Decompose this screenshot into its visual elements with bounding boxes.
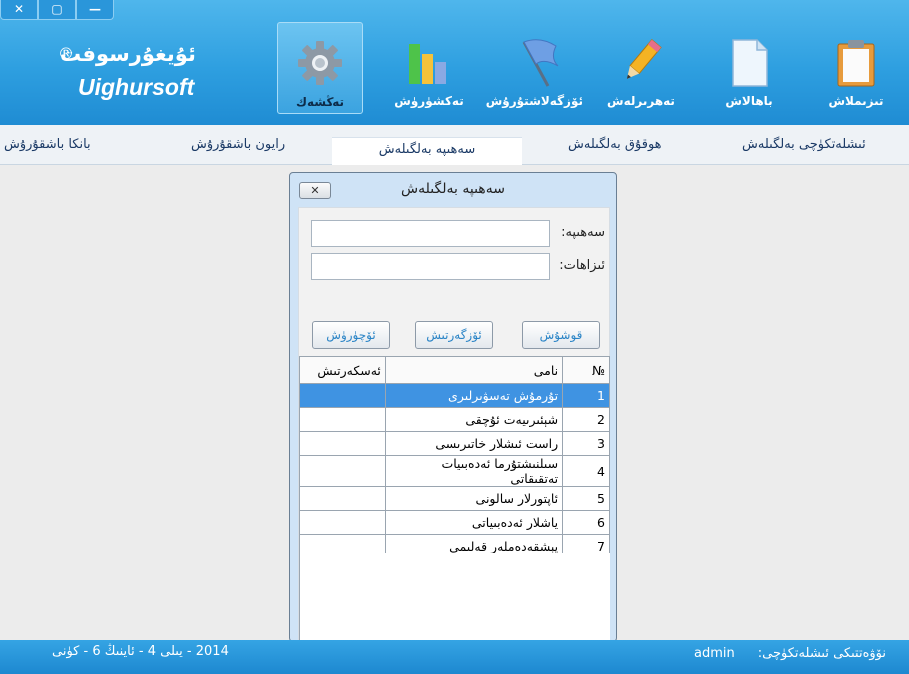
cell-note	[299, 431, 386, 456]
table-row[interactable]: تۇرمۇش تەسۋىرلىرى 1	[299, 383, 610, 408]
tab-permission-settings[interactable]: ھوقۇق بەلگىلەش	[568, 137, 662, 165]
window-controls: ✕ ▢ —	[0, 0, 115, 22]
toolbar-settings-label: تەڭشەك	[296, 95, 344, 109]
toolbar-evaluate-label: باھالاش	[725, 94, 773, 108]
dialog-title: سەھىپە بەلگىلەش	[401, 181, 505, 197]
flag-icon	[522, 39, 559, 87]
toolbar-edit-label: تەھرىرلەش	[607, 94, 675, 108]
cell-note	[299, 510, 386, 535]
delete-button[interactable]: ئۆچۈرۈش	[312, 321, 390, 349]
cell-name: ياشلار ئەدەبىياتى	[384, 510, 564, 535]
cell-number: 4	[562, 455, 610, 487]
toolbar-settings-button[interactable]: تەڭشەك	[277, 22, 363, 114]
toolbar-change-button[interactable]: ئۆزگەلاشتۇرۇش	[485, 22, 583, 114]
status-username: admin	[694, 646, 735, 661]
table-row[interactable]: سىلنىشتۇرما ئەدەبىيات تەتقىقاتى 4	[299, 455, 610, 487]
cell-name: سىلنىشتۇرما ئەدەبىيات تەتقىقاتى	[384, 455, 564, 487]
cell-number: 5	[562, 486, 610, 511]
cell-note	[299, 383, 386, 408]
toolbar-check-label: تەكشۈرۈش	[394, 94, 464, 108]
bar-chart-icon	[409, 44, 446, 84]
section-name-input[interactable]	[311, 220, 550, 247]
cell-note	[299, 486, 386, 511]
table-row[interactable]: راست ئىشلار خاتىرىسى 3	[299, 431, 610, 456]
restore-window-button[interactable]: ▢	[38, 0, 76, 20]
minimize-window-button[interactable]: —	[76, 0, 114, 20]
toolbar-edit-button[interactable]: تەھرىرلەش	[598, 22, 684, 114]
tab-bank-management[interactable]: بانكا باشقۇرۇش	[4, 137, 91, 165]
table-row[interactable]: شېئىرىيەت ئۇچقى 2	[299, 407, 610, 432]
table-empty-area	[299, 553, 610, 640]
document-icon	[732, 39, 768, 87]
cell-number: 2	[562, 407, 610, 432]
tab-section-settings[interactable]: سەھىپە بەلگىلەش	[332, 137, 522, 165]
cell-name: راست ئىشلار خاتىرىسى	[384, 431, 564, 456]
section-table: ئەسكەرتىش نامى № تۇرمۇش تەسۋىرلىرى 1 شېئ…	[299, 356, 610, 559]
cell-name: تۇرمۇش تەسۋىرلىرى	[384, 383, 564, 408]
cell-note	[299, 455, 386, 487]
column-header-number[interactable]: №	[562, 356, 610, 384]
cell-number: 6	[562, 510, 610, 535]
section-note-input[interactable]	[311, 253, 550, 280]
cell-name: ئاپتورلار سالونى	[384, 486, 564, 511]
cell-number: 1	[562, 383, 610, 408]
section-settings-dialog: ✕ سەھىپە بەلگىلەش سەھىپە: ئىزاھات: ئۆچۈر…	[289, 172, 617, 642]
logo-uyghur-text: ئۇيغۇرسوفت	[60, 42, 196, 66]
toolbar-register-label: تىزىملاش	[828, 94, 884, 108]
status-bar: 2014 - يىلى 4 - ئاينىڭ 6 - كۈنى admin نۆ…	[0, 640, 909, 674]
cell-name: شېئىرىيەت ئۇچقى	[384, 407, 564, 432]
tab-region-management[interactable]: رايون باشقۇرۇش	[191, 137, 285, 165]
toolbar-check-button[interactable]: تەكشۈرۈش	[386, 22, 472, 114]
column-header-name[interactable]: نامى	[384, 356, 564, 384]
dialog-body: سەھىپە: ئىزاھات: ئۆچۈرۈش ئۆزگەرتىش قوشۇش…	[298, 207, 610, 641]
add-button[interactable]: قوشۇش	[522, 321, 600, 349]
table-row[interactable]: ياشلار ئەدەبىياتى 6	[299, 510, 610, 535]
cell-note	[299, 407, 386, 432]
section-note-label: ئىزاھات:	[559, 258, 605, 273]
status-date: 2014 - يىلى 4 - ئاينىڭ 6 - كۈنى	[52, 644, 229, 659]
close-window-button[interactable]: ✕	[0, 0, 38, 20]
table-row[interactable]: ئاپتورلار سالونى 5	[299, 486, 610, 511]
gear-icon	[298, 41, 342, 85]
pencil-icon	[626, 39, 662, 79]
toolbar-register-button[interactable]: تىزىملاش	[813, 22, 899, 114]
column-header-note[interactable]: ئەسكەرتىش	[299, 356, 386, 384]
toolbar-change-label: ئۆزگەلاشتۇرۇش	[485, 94, 583, 108]
section-name-label: سەھىپە:	[561, 225, 605, 240]
cell-number: 3	[562, 431, 610, 456]
tab-bar: بانكا باشقۇرۇش رايون باشقۇرۇش سەھىپە بەل…	[0, 125, 909, 165]
tab-user-settings[interactable]: ئىشلەتكۈچى بەلگىلەش	[742, 137, 866, 165]
status-user-label: نۆۋەتتىكى ئىشلەتكۈچى:	[757, 646, 886, 661]
clipboard-icon	[837, 40, 875, 87]
logo-english-text: Uighursoft	[78, 74, 195, 100]
app-header: ✕ ▢ — ® ئۇيغۇرسوفت Uighursoft تەڭشەك تەك…	[0, 0, 909, 125]
modify-button[interactable]: ئۆزگەرتىش	[415, 321, 493, 349]
toolbar-evaluate-button[interactable]: باھالاش	[706, 22, 792, 114]
